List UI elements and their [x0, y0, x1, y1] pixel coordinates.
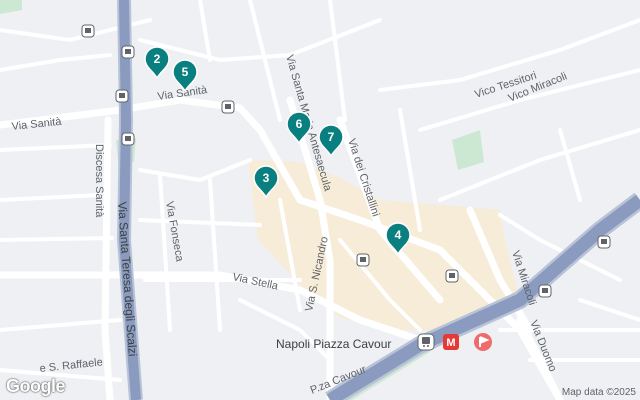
transit-flag-icon[interactable]	[474, 333, 492, 351]
map-svg: Via Sanità Via Sanità Discesa Sanità Via…	[0, 0, 640, 400]
metro-icon[interactable]: M	[443, 334, 459, 350]
marker-label: 6	[296, 117, 303, 131]
bus-stop-icon[interactable]	[356, 253, 370, 267]
label-discesa-sanita: Discesa Sanità	[93, 144, 105, 218]
bus-stop-icon[interactable]	[221, 100, 235, 114]
bus-stop-icon[interactable]	[445, 269, 459, 283]
bus-stop-icon[interactable]	[121, 45, 135, 59]
google-logo: Google	[6, 376, 66, 396]
map-canvas[interactable]: Via Sanità Via Sanità Discesa Sanità Via…	[0, 0, 640, 400]
bus-stop-icon[interactable]	[597, 235, 611, 249]
train-icon[interactable]	[417, 333, 435, 351]
marker-label: 3	[263, 171, 270, 185]
station-label[interactable]: Napoli Piazza Cavour	[276, 337, 391, 351]
bus-stop-icon[interactable]	[121, 132, 135, 146]
marker-label: 2	[154, 52, 161, 66]
marker-label: 7	[328, 130, 335, 144]
metro-badge: M	[446, 337, 455, 349]
marker-label: 4	[395, 228, 402, 242]
map-attribution[interactable]: Map data ©2025	[562, 387, 636, 398]
marker-label: 5	[182, 65, 189, 79]
bus-stop-icon[interactable]	[538, 284, 552, 298]
bus-stop-icon[interactable]	[115, 89, 129, 103]
bus-stop-icon[interactable]	[81, 24, 95, 38]
